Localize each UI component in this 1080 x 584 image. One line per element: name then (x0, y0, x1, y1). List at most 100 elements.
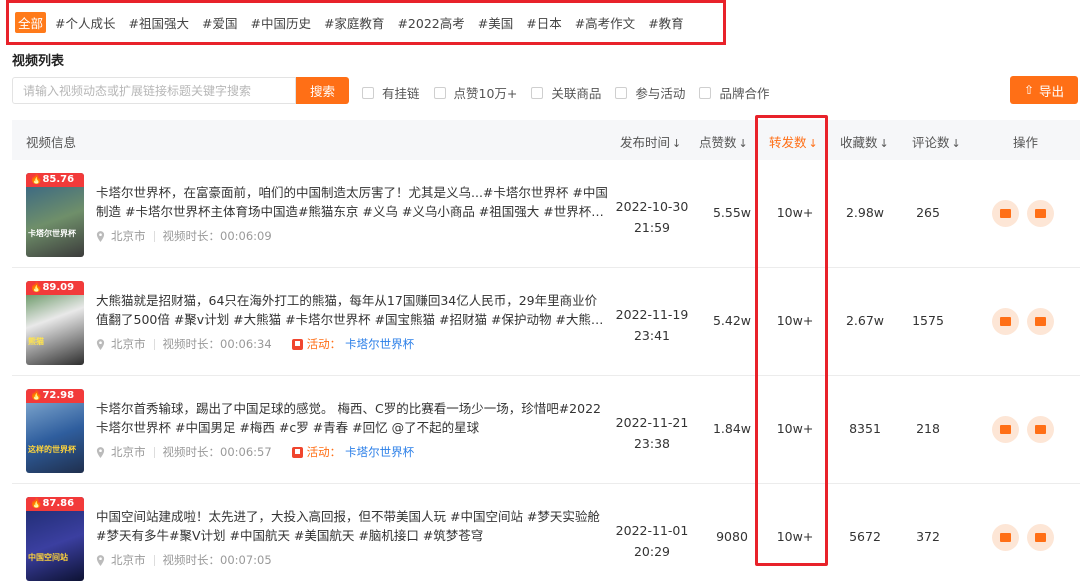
video-thumbnail[interactable]: 🔥87.86 中国空间站 (26, 497, 84, 581)
comments-count: 265 (916, 205, 940, 220)
video-meta: 北京市 视频时长： 00:06:34 活动： 卡塔尔世界杯 (96, 336, 414, 352)
duration-label: 视频时长： (162, 553, 221, 567)
publish-clock: 23:38 (633, 436, 671, 451)
activity-link[interactable]: 卡塔尔世界杯 (345, 444, 414, 460)
play-video-button[interactable] (1027, 308, 1054, 335)
thumbnail-caption: 熊猫 (28, 337, 44, 346)
tag-all[interactable]: 全部 (15, 12, 47, 33)
location: 北京市 (111, 553, 146, 567)
activity-link[interactable]: 卡塔尔世界杯 (345, 336, 414, 352)
duration: 00:07:05 (220, 553, 272, 567)
sort-down-icon: ↓ (879, 137, 889, 150)
publish-clock: 21:59 (633, 220, 671, 235)
tag-item[interactable]: #个人成长 (55, 13, 115, 32)
export-button[interactable]: ⇧ 导出 (1010, 76, 1078, 104)
favs-count: 5672 (849, 529, 881, 544)
filter-related-goods[interactable]: 关联商品 (531, 83, 601, 102)
camera-icon (1000, 425, 1011, 434)
activity-label: 活动： (306, 337, 342, 351)
search-button[interactable]: 搜索 (296, 77, 349, 104)
tag-item[interactable]: #高考作文 (575, 13, 635, 32)
video-thumbnail[interactable]: 🔥89.09 熊猫 (26, 281, 84, 365)
camera-icon (1000, 209, 1011, 218)
tag-item[interactable]: #中国历史 (250, 13, 310, 32)
activity-flag-icon (291, 446, 303, 458)
filter-has-link[interactable]: 有挂链 (362, 83, 420, 102)
duration: 00:06:34 (220, 337, 272, 351)
tag-item[interactable]: #教育 (648, 13, 683, 32)
column-header-favs[interactable]: 收藏数 ↓ (840, 132, 889, 151)
column-header-label: 评论数 (912, 135, 950, 150)
column-header-time[interactable]: 发布时间 ↓ (620, 132, 681, 151)
checkbox[interactable] (362, 86, 374, 99)
fire-icon: 🔥 (30, 174, 43, 185)
video-thumbnail[interactable]: 🔥85.76 卡塔尔世界杯 (26, 173, 84, 257)
filter-likes-100k[interactable]: 点赞10万+ (433, 83, 517, 102)
column-header-label: 点赞数 (699, 135, 737, 150)
favs-count: 8351 (849, 421, 881, 436)
tag-item[interactable]: #爱国 (202, 13, 237, 32)
divider (153, 230, 155, 242)
table-row[interactable]: 🔥89.09 熊猫 大熊猫就是招财猫，64只在海外打工的熊猫，每年从17国赚回3… (12, 268, 1080, 376)
table-row[interactable]: 🔥72.98 这样的世界杯 卡塔尔首秀输球，踢出了中国足球的感觉。 梅西、C罗的… (12, 376, 1080, 484)
search-input[interactable] (12, 77, 296, 104)
publish-clock: 23:41 (633, 328, 671, 343)
video-meta: 北京市 视频时长： 00:06:57 活动： 卡塔尔世界杯 (96, 444, 414, 460)
table-row[interactable]: 🔥85.76 卡塔尔世界杯 卡塔尔世界杯，在富豪面前，咱们的中国制造太厉害了！尤… (12, 160, 1080, 268)
row-actions (992, 308, 1062, 335)
video-title[interactable]: 卡塔尔首秀输球，踢出了中国足球的感觉。 梅西、C罗的比赛看一场少一场，珍惜吧#2… (96, 399, 608, 437)
publish-time: 2022-11-01 20:29 (607, 520, 697, 562)
play-video-button[interactable] (1027, 200, 1054, 227)
tag-item[interactable]: #日本 (526, 13, 561, 32)
record-video-button[interactable] (992, 308, 1019, 335)
row-actions (992, 416, 1062, 443)
fire-icon: 🔥 (30, 282, 43, 293)
video-title[interactable]: 大熊猫就是招财猫，64只在海外打工的熊猫，每年从17国赚回34亿人民币，29年里… (96, 291, 608, 329)
sort-down-icon: ↓ (672, 137, 682, 150)
comments-count: 372 (916, 529, 940, 544)
record-video-button[interactable] (992, 200, 1019, 227)
table-row[interactable]: 🔥87.86 中国空间站 中国空间站建成啦！太先进了，大投入高回报，但不带美国人… (12, 484, 1080, 584)
location-pin-icon (96, 554, 105, 566)
activity-flag-icon (291, 338, 303, 350)
tag-item[interactable]: #家庭教育 (324, 13, 384, 32)
column-header-comments[interactable]: 评论数 ↓ (912, 132, 961, 151)
play-video-button[interactable] (1027, 524, 1054, 551)
video-thumbnail[interactable]: 🔥72.98 这样的世界杯 (26, 389, 84, 473)
duration-label: 视频时长： (162, 229, 221, 243)
duration-label: 视频时长： (162, 337, 221, 351)
publish-date: 2022-11-01 (615, 523, 689, 538)
heat-value: 72.98 (42, 390, 75, 401)
thumbnail-caption: 卡塔尔世界杯 (28, 229, 76, 238)
location: 北京市 (111, 229, 146, 243)
topic-tag-bar: 全部 #个人成长 #祖国强大 #爱国 #中国历史 #家庭教育 #2022高考 #… (6, 0, 726, 45)
duration-label: 视频时长： (162, 445, 221, 459)
column-header-likes[interactable]: 点赞数 ↓ (699, 132, 748, 151)
likes-count: 5.42w (712, 313, 752, 328)
divider (280, 339, 284, 350)
tag-item[interactable]: #2022高考 (397, 13, 464, 32)
checkbox[interactable] (615, 86, 628, 99)
checkbox[interactable] (531, 86, 544, 99)
column-header-label: 收藏数 (840, 135, 878, 150)
filter-label: 参与活动 (635, 86, 686, 101)
divider (153, 446, 155, 458)
filter-brand-coop[interactable]: 品牌合作 (699, 83, 769, 102)
checkbox[interactable] (699, 86, 712, 99)
filter-join-activity[interactable]: 参与活动 (615, 83, 685, 102)
duration: 00:06:57 (220, 445, 272, 459)
play-video-button[interactable] (1027, 416, 1054, 443)
sort-down-icon: ↓ (951, 137, 961, 150)
record-video-button[interactable] (992, 416, 1019, 443)
tag-item[interactable]: #美国 (478, 13, 513, 32)
shares-column-highlight (755, 115, 828, 566)
location-pin-icon (96, 230, 105, 242)
publish-time: 2022-11-21 23:38 (607, 412, 697, 454)
upload-icon: ⇧ (1023, 83, 1035, 97)
publish-clock: 20:29 (633, 544, 671, 559)
video-title[interactable]: 中国空间站建成啦！太先进了，大投入高回报，但不带美国人玩 #中国空间站 #梦天实… (96, 507, 608, 545)
record-video-button[interactable] (992, 524, 1019, 551)
checkbox[interactable] (433, 86, 446, 99)
video-title[interactable]: 卡塔尔世界杯，在富豪面前，咱们的中国制造太厉害了！尤其是义乌...#卡塔尔世界杯… (96, 183, 608, 221)
tag-item[interactable]: #祖国强大 (129, 13, 189, 32)
